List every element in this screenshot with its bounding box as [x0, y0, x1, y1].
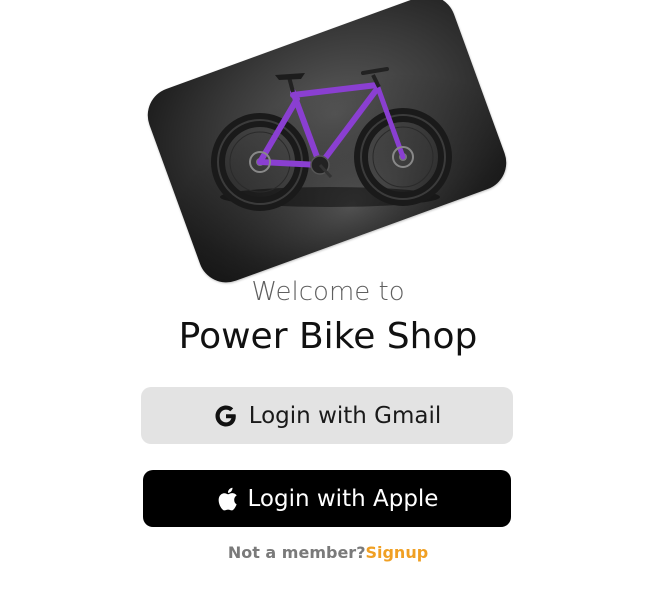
login-gmail-button[interactable]: Login with Gmail: [141, 387, 513, 444]
login-apple-button[interactable]: Login with Apple: [143, 470, 511, 527]
shop-name-title: Power Bike Shop: [178, 316, 478, 357]
login-gmail-label: Login with Gmail: [248, 402, 442, 429]
google-g-icon: [213, 403, 239, 429]
signup-prompt: Not a member?Signup: [0, 543, 656, 562]
bike-illustration: [139, 0, 515, 291]
apple-icon: [216, 486, 238, 512]
not-member-text: Not a member?: [227, 543, 366, 562]
welcome-text: Welcome to: [251, 277, 405, 307]
login-apple-label: Login with Apple: [247, 485, 439, 512]
hero-bike-image: [139, 0, 515, 291]
signup-link[interactable]: Signup: [365, 543, 428, 562]
